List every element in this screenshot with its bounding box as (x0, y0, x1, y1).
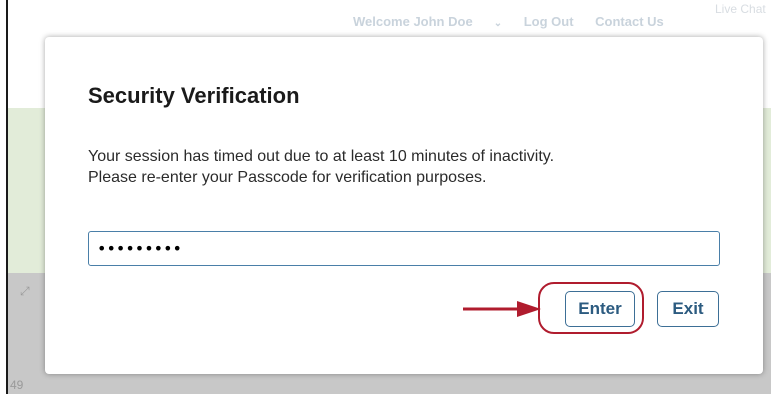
contact-link[interactable]: Contact Us (595, 14, 664, 29)
expand-icon: ⤢ (20, 284, 30, 298)
chevron-down-icon: ⌄ (493, 18, 503, 29)
message-line: Your session has timed out due to at lea… (88, 148, 555, 165)
passcode-input[interactable] (88, 231, 720, 266)
top-navigation: Welcome John Doe ⌄ Log Out Contact Us Liv… (353, 2, 766, 29)
security-verification-dialog: Security Verification Your session has t… (45, 37, 763, 374)
app-window: Welcome John Doe ⌄ Log Out Contact Us Liv… (6, 0, 771, 394)
enter-button[interactable]: Enter (565, 291, 635, 327)
pointer-arrow-icon (463, 301, 541, 317)
welcome-label: Welcome John Doe (353, 14, 473, 29)
exit-button[interactable]: Exit (657, 291, 719, 327)
welcome-user-menu[interactable]: Welcome John Doe ⌄ (353, 14, 502, 29)
logout-link[interactable]: Log Out (524, 14, 574, 29)
dialog-message: Your session has timed out due to at lea… (88, 146, 728, 188)
live-chat-link[interactable]: Live Chat (715, 2, 766, 16)
background-page-number: 49 (10, 378, 24, 392)
message-line: Please re-enter your Passcode for verifi… (88, 169, 487, 186)
dialog-title: Security Verification (88, 83, 300, 108)
